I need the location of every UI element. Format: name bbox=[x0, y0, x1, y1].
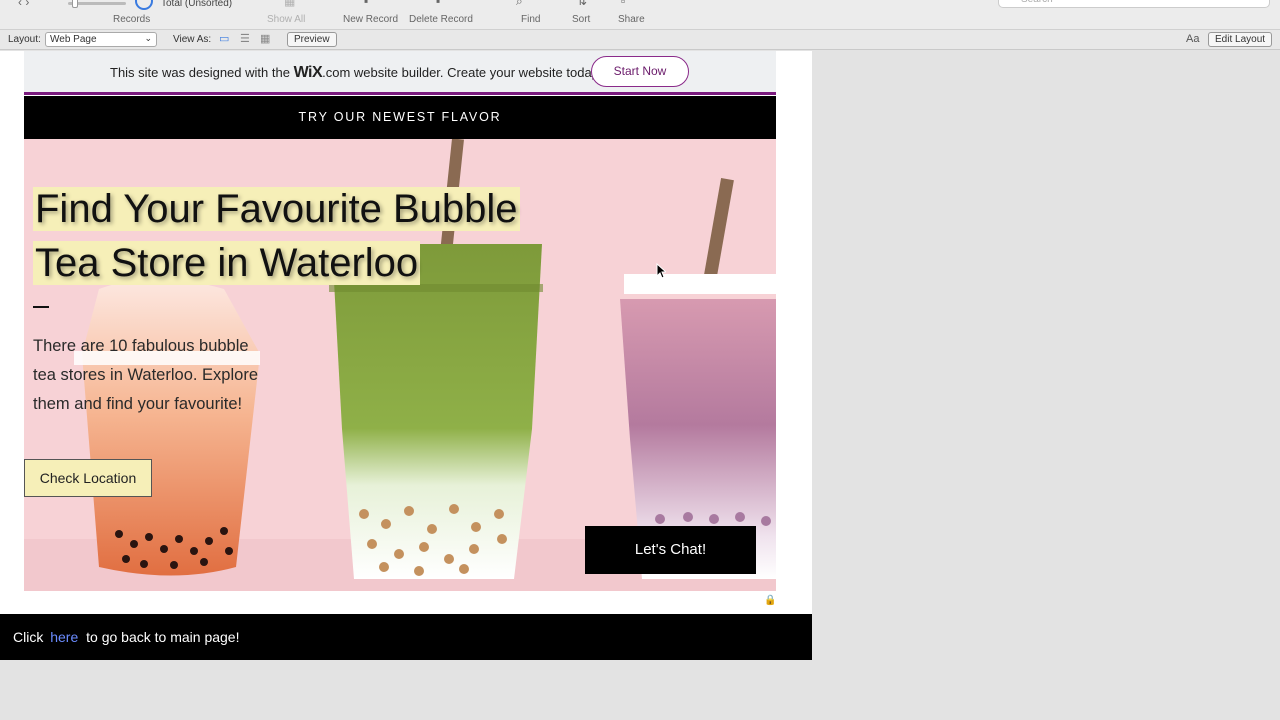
font-size-icon[interactable]: Aa bbox=[1186, 33, 1199, 45]
try-newest-flavor-bar[interactable]: TRY OUR NEWEST FLAVOR bbox=[24, 96, 776, 139]
taro-cup-lid bbox=[624, 274, 776, 294]
layout-select-value: Web Page bbox=[50, 34, 97, 45]
mouse-cursor-icon bbox=[656, 263, 666, 279]
record-nav-arrows-icon[interactable]: ‹ › bbox=[18, 0, 29, 9]
taro-tea-straw bbox=[703, 177, 734, 279]
wix-banner: This site was designed with the WiX.com … bbox=[24, 51, 776, 92]
share-button[interactable]: Share bbox=[618, 14, 645, 25]
orange-bubble-tea-cup bbox=[82, 279, 260, 576]
layout-label: Layout: bbox=[8, 34, 41, 45]
form-view-icon[interactable]: ▭ bbox=[219, 32, 229, 45]
list-view-icon[interactable]: ☰ bbox=[240, 32, 250, 45]
banner-divider bbox=[24, 92, 776, 95]
search-input[interactable]: Search bbox=[998, 0, 1270, 8]
show-all-icon: ▦ bbox=[284, 0, 296, 8]
delete-record-button[interactable]: Delete Record bbox=[409, 14, 473, 25]
wix-logo: WiX bbox=[293, 64, 323, 81]
lock-icon: 🔒 bbox=[764, 595, 777, 606]
layout-bar: Layout: Web Page ⌄ View As: ▭ ☰ ▦ Previe… bbox=[0, 30, 1280, 50]
record-slider-knob[interactable] bbox=[72, 0, 78, 8]
footer-bar: Click here to go back to main page! bbox=[0, 614, 812, 660]
total-unsorted-label: Total (Unsorted) bbox=[161, 0, 233, 9]
wix-banner-text: This site was designed with the WiX.com … bbox=[110, 64, 601, 82]
start-now-button[interactable]: Start Now bbox=[591, 56, 689, 87]
back-to-main-link[interactable]: here bbox=[50, 629, 78, 645]
edit-layout-button[interactable]: Edit Layout bbox=[1208, 32, 1273, 47]
new-record-icon: ▪ bbox=[364, 0, 369, 8]
chevron-down-icon: ⌄ bbox=[144, 33, 152, 43]
app-toolbar: ‹ › Records Total (Unsorted) ▦ Show All … bbox=[0, 0, 1280, 30]
layout-select[interactable]: Web Page ⌄ bbox=[45, 32, 157, 47]
share-icon: ▫ bbox=[621, 0, 626, 8]
find-icon: ⌕ bbox=[516, 0, 523, 8]
footer-prefix: Click bbox=[13, 629, 44, 645]
hero-body-text: There are 10 fabulous bubble tea stores … bbox=[33, 337, 258, 413]
headline-dash bbox=[33, 306, 49, 308]
records-label: Records bbox=[113, 14, 151, 25]
wix-text-after: .com website builder. Create your websit… bbox=[322, 65, 601, 80]
sort-button[interactable]: Sort bbox=[572, 14, 590, 25]
hero-headline: Find Your Favourite Bubble Tea Store in … bbox=[33, 182, 520, 290]
headline-line-1: Find Your Favourite Bubble bbox=[33, 187, 520, 231]
sort-icon: ⇅ bbox=[577, 0, 588, 8]
headline-line-2: Tea Store in Waterloo bbox=[33, 241, 421, 285]
wix-text-before: This site was designed with the bbox=[110, 65, 290, 80]
check-location-button[interactable]: Check Location bbox=[24, 459, 152, 497]
footer-suffix: to go back to main page! bbox=[86, 629, 240, 645]
records-pie-icon bbox=[135, 0, 153, 10]
lets-chat-button[interactable]: Let's Chat! bbox=[585, 526, 756, 574]
delete-record-icon: ▪ bbox=[436, 0, 441, 8]
matcha-bubble-tea-cup bbox=[332, 244, 542, 579]
table-view-icon[interactable]: ▦ bbox=[260, 32, 270, 45]
preview-button[interactable]: Preview bbox=[287, 32, 337, 47]
view-as-label: View As: bbox=[173, 34, 212, 45]
new-record-button[interactable]: New Record bbox=[343, 14, 398, 25]
hero-section: Find Your Favourite Bubble Tea Store in … bbox=[24, 139, 776, 591]
show-all-button[interactable]: Show All bbox=[267, 14, 305, 25]
find-button[interactable]: Find bbox=[521, 14, 540, 25]
